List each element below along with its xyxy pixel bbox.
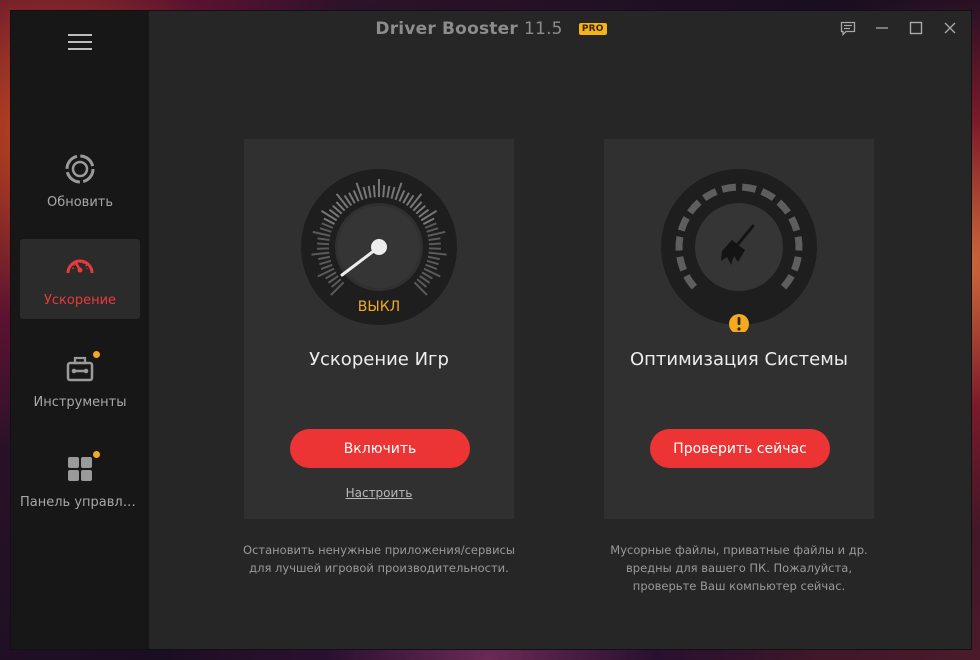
app-title: Driver Booster 11.5 PRO [11, 19, 971, 39]
game-boost-description: Остановить ненужные приложения/сервисы д… [243, 543, 515, 575]
toolbox-icon [64, 351, 100, 385]
notification-dot [93, 351, 100, 358]
progress-segment [794, 236, 803, 251]
progress-segment [721, 183, 737, 193]
sidebar-item-label: Инструменты [33, 395, 127, 410]
maximize-icon[interactable] [905, 19, 927, 37]
gauge-tick [372, 185, 376, 198]
sidebar: Обновить Ускорение Инструменты Панель уп… [11, 11, 149, 649]
sidebar-item-label: Ускорение [43, 293, 117, 308]
app-window: Обновить Ускорение Инструменты Панель уп… [11, 11, 971, 649]
speedometer-icon [64, 251, 96, 283]
close-icon[interactable] [939, 19, 961, 37]
card-title: Ускорение Игр [309, 349, 449, 370]
gauge-tick [382, 185, 386, 198]
minimize-icon[interactable] [871, 19, 893, 37]
app-name: Driver Booster [375, 19, 518, 39]
app-version: 11.5 [524, 19, 563, 39]
notification-dot [93, 451, 100, 458]
feedback-icon[interactable] [837, 19, 859, 37]
sidebar-item-label: Обновить [46, 195, 114, 210]
sidebar-item-control-panel[interactable]: Панель управлен... [20, 441, 140, 521]
progress-segment [791, 256, 802, 272]
enable-button[interactable]: Включить [290, 429, 470, 468]
progress-segment [676, 256, 687, 272]
progress-segment [741, 183, 757, 193]
game-boost-card: ВЫКЛ Ускорение Игр Включить Настроить [244, 139, 514, 519]
boost-gauge: ВЫКЛ [301, 169, 457, 325]
grid-icon [64, 451, 100, 485]
configure-link[interactable]: Настроить [244, 486, 514, 500]
sidebar-item-label: Панель управлен... [20, 495, 140, 510]
sidebar-item-update[interactable]: Обновить [20, 141, 140, 221]
optimize-gauge [661, 169, 817, 332]
sidebar-item-boost[interactable]: Ускорение [20, 239, 140, 319]
system-optimize-description: Мусорные файлы, приватные файлы и др. вр… [610, 543, 868, 593]
sidebar-item-tools[interactable]: Инструменты [20, 341, 140, 421]
gauge-status: ВЫКЛ [358, 299, 400, 315]
update-icon [64, 153, 96, 185]
window-controls [837, 19, 961, 37]
scan-now-button[interactable]: Проверить сейчас [650, 429, 830, 468]
gauge-tick [428, 242, 441, 246]
system-optimize-card: Оптимизация Системы Проверить сейчас [604, 139, 874, 519]
card-title: Оптимизация Системы [629, 349, 848, 370]
pro-badge: PRO [578, 23, 607, 35]
gauge-tick [317, 242, 330, 246]
progress-segment [675, 236, 684, 251]
